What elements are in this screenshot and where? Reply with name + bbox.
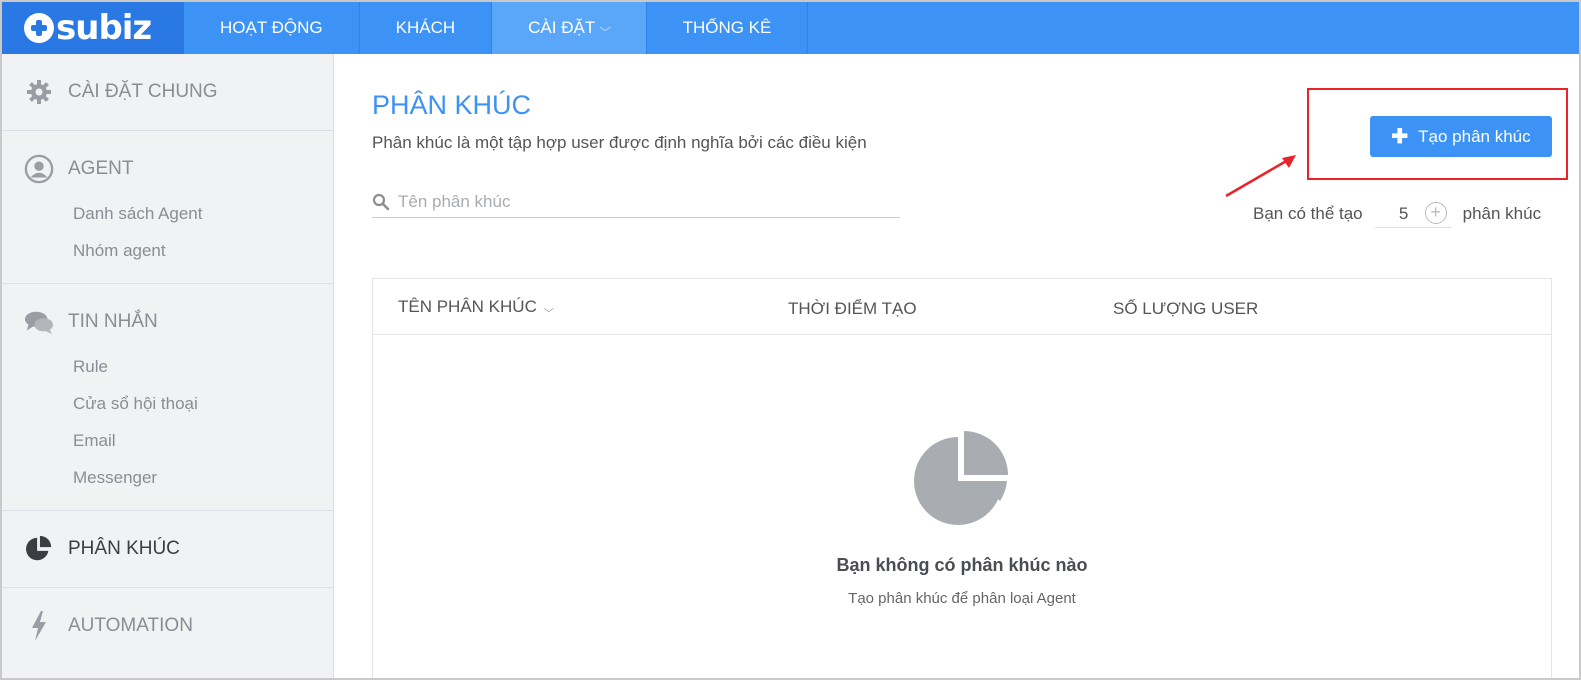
sort-chevron-icon: ⌵ <box>543 304 554 315</box>
highlight-box <box>1307 88 1568 180</box>
column-header-label: TÊN PHÂN KHÚC <box>398 297 537 316</box>
search-input[interactable] <box>398 191 878 212</box>
sidebar-item-label: TIN NHẮN <box>68 311 158 332</box>
page-title: PHÂN KHÚC <box>372 90 532 120</box>
pie-chart-icon <box>914 431 1008 525</box>
app-window: subiz HOẠT ĐỘNG KHÁCH CÀI ĐẶT ⌵ THỐNG KÊ … <box>0 0 1581 680</box>
sidebar-submenu-agent: Danh sách Agent Nhóm agent <box>2 195 333 283</box>
table-header: TÊN PHÂN KHÚC ⌵ THỜI ĐIỂM TẠO SỐ LƯỢNG US… <box>373 279 1551 335</box>
quota-suffix: phân khúc <box>1462 204 1542 223</box>
segment-quota: Bạn có thể tạo 5 + phân khúc <box>1253 200 1541 228</box>
nav-item-statistics[interactable]: THỐNG KÊ <box>647 2 809 54</box>
sidebar-section-agent: AGENT Danh sách Agent Nhóm agent <box>2 131 333 284</box>
main-nav: HOẠT ĐỘNG KHÁCH CÀI ĐẶT ⌵ THỐNG KÊ <box>184 2 809 54</box>
chat-bubbles-icon <box>24 307 54 337</box>
nav-item-label: HOẠT ĐỘNG <box>220 18 323 37</box>
segments-table: TÊN PHÂN KHÚC ⌵ THỜI ĐIỂM TẠO SỐ LƯỢNG US… <box>372 278 1552 678</box>
sidebar-item-label: CÀI ĐẶT CHUNG <box>68 81 218 102</box>
sidebar-section-messages: TIN NHẮN Rule Cửa sổ hội thoại Email Mes… <box>2 284 333 511</box>
sidebar-item-segments[interactable]: PHÂN KHÚC <box>2 511 333 587</box>
empty-state-title: Bạn không có phân khúc nào <box>836 555 1088 575</box>
nav-item-label: THỐNG KÊ <box>682 18 772 37</box>
empty-state: Bạn không có phân khúc nào Tạo phân khúc… <box>373 429 1551 607</box>
quota-value: 5 <box>1398 203 1409 223</box>
logo-plus-icon <box>24 13 54 43</box>
sidebar-item-agent-list[interactable]: Danh sách Agent <box>2 195 333 232</box>
top-navbar: subiz HOẠT ĐỘNG KHÁCH CÀI ĐẶT ⌵ THỐNG KÊ <box>2 2 1579 54</box>
sidebar-section-automation: AUTOMATION <box>2 588 333 664</box>
quota-prefix: Bạn có thể tạo <box>1253 204 1363 223</box>
sidebar-submenu-messages: Rule Cửa sổ hội thoại Email Messenger <box>2 348 333 510</box>
lightning-icon <box>24 611 54 641</box>
user-circle-icon <box>24 154 54 184</box>
column-header-user-count: SỐ LƯỢNG USER <box>1113 299 1259 318</box>
nav-item-activity[interactable]: HOẠT ĐỘNG <box>184 2 360 54</box>
search-bar <box>372 186 900 218</box>
sidebar: CÀI ĐẶT CHUNG AGENT Danh sách Agent Nhóm… <box>2 54 334 678</box>
sidebar-item-label: AGENT <box>68 158 134 179</box>
search-icon <box>372 193 390 210</box>
nav-item-settings[interactable]: CÀI ĐẶT ⌵ <box>492 2 647 54</box>
logo-text: subiz <box>56 8 152 48</box>
sidebar-item-automation[interactable]: AUTOMATION <box>2 588 333 664</box>
sidebar-section-segments: PHÂN KHÚC <box>2 511 333 588</box>
sidebar-item-label: PHÂN KHÚC <box>68 538 180 559</box>
logo[interactable]: subiz <box>2 2 184 54</box>
quota-value-field: 5 + <box>1374 200 1451 228</box>
nav-item-customers[interactable]: KHÁCH <box>360 2 493 54</box>
annotation-arrow-icon <box>1225 155 1296 198</box>
sidebar-item-chat-window[interactable]: Cửa sổ hội thoại <box>2 385 333 422</box>
nav-item-label: KHÁCH <box>395 18 456 37</box>
sidebar-section-general: CÀI ĐẶT CHUNG <box>2 54 333 131</box>
nav-item-label: CÀI ĐẶT <box>528 18 596 37</box>
pie-chart-icon <box>24 534 54 564</box>
sidebar-item-rule[interactable]: Rule <box>2 348 333 385</box>
sidebar-item-agent-groups[interactable]: Nhóm agent <box>2 232 333 269</box>
page-description: Phân khúc là một tập hợp user được định … <box>372 133 867 152</box>
sidebar-item-label: AUTOMATION <box>68 615 193 636</box>
sidebar-item-email[interactable]: Email <box>2 422 333 459</box>
add-quota-icon[interactable]: + <box>1424 202 1447 224</box>
chevron-down-icon: ⌵ <box>599 21 612 34</box>
sidebar-item-messenger[interactable]: Messenger <box>2 459 333 496</box>
empty-state-description: Tạo phân khúc để phân loại Agent <box>848 590 1076 607</box>
gear-icon <box>24 77 54 107</box>
sidebar-item-general-settings[interactable]: CÀI ĐẶT CHUNG <box>2 54 333 130</box>
column-header-created: THỜI ĐIỂM TẠO <box>788 299 917 318</box>
column-header-name[interactable]: TÊN PHÂN KHÚC ⌵ <box>398 297 554 317</box>
